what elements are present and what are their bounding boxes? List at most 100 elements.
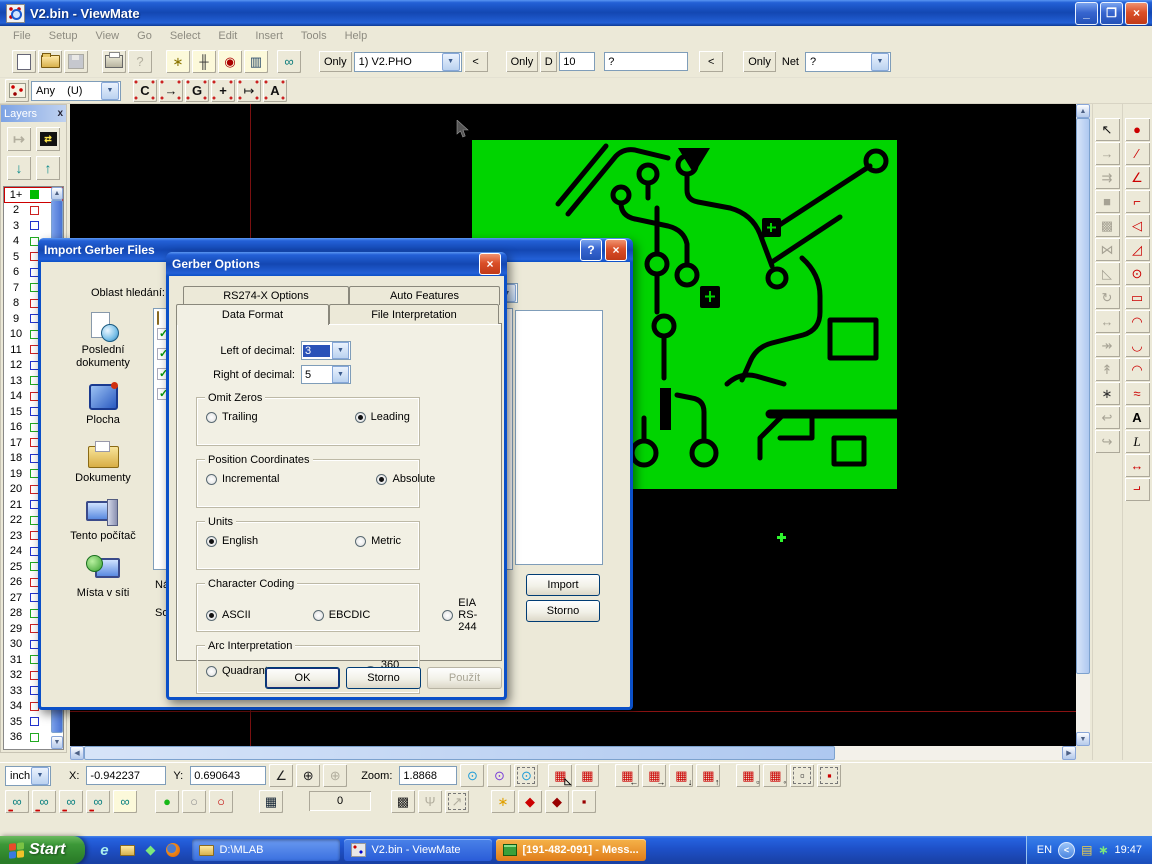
radio-incremental[interactable]: Incremental <box>206 473 279 485</box>
task--191-482-091-mess-[interactable]: [191-482-091] - Mess... <box>496 839 645 861</box>
radio-icon[interactable] <box>206 412 217 423</box>
gerber-dialog-titlebar[interactable]: Gerber Options × <box>166 252 507 276</box>
menu-file[interactable]: File <box>4 28 40 44</box>
radio-selected-icon[interactable] <box>206 610 217 621</box>
corner-tool-button[interactable]: ⌐ <box>1125 478 1150 501</box>
menu-view[interactable]: View <box>86 28 128 44</box>
menu-go[interactable]: Go <box>128 28 161 44</box>
label-tool-button[interactable]: L <box>1125 430 1150 453</box>
zoom-select-icon[interactable]: ⊙ <box>514 764 538 787</box>
pan-right-icon[interactable]: ▦→ <box>642 764 666 787</box>
radio-icon[interactable] <box>206 666 217 677</box>
view-outline-icon[interactable]: ∞••• <box>86 790 110 813</box>
layers-close-icon[interactable]: x <box>57 108 63 119</box>
text-tool-button[interactable]: A <box>1125 406 1150 429</box>
menu-setup[interactable]: Setup <box>40 28 87 44</box>
layer-swatch[interactable] <box>30 733 39 742</box>
dcode-g-tool-icon[interactable]: G <box>185 79 209 102</box>
grid-dots-icon[interactable]: ▩ <box>391 790 415 813</box>
aperture-icon[interactable] <box>5 79 29 102</box>
zoom-window-icon[interactable]: ⊙ <box>487 764 511 787</box>
flash-highlight-icon[interactable]: ∗ <box>166 50 190 73</box>
measure-icon[interactable]: ╫ <box>192 50 216 73</box>
dcode-text-tool-icon[interactable]: A <box>263 79 287 102</box>
circle-tool-button[interactable]: ⊙ <box>1125 262 1150 285</box>
view-all-icon[interactable]: ∞ <box>113 790 137 813</box>
pad-small-mode-icon[interactable]: ◆ <box>545 790 569 813</box>
tab-rs274-x-options[interactable]: RS274-X Options <box>183 286 349 305</box>
aperture-combo[interactable]: Any (U)▼ <box>31 81 121 101</box>
dot-area-icon[interactable]: ▪ <box>817 764 841 787</box>
status-light-icon[interactable]: ● <box>155 790 179 813</box>
maximize-button[interactable]: ❐ <box>1100 2 1123 25</box>
print-icon[interactable] <box>102 50 126 73</box>
pan-down-icon[interactable]: ▦↓ <box>669 764 693 787</box>
pad-mode-icon[interactable]: ◆ <box>518 790 542 813</box>
layer-down-button[interactable]: ↓ <box>7 156 31 180</box>
plot-grid-icon[interactable]: ▦◺ <box>548 764 572 787</box>
origin-icon[interactable]: ⊕ <box>296 764 320 787</box>
canvas-vscrollbar[interactable]: ▲ ▼ <box>1076 104 1090 746</box>
layer-swatch[interactable] <box>30 717 39 726</box>
unit-combo[interactable]: inch▼ <box>5 766 51 786</box>
import-cancel-button[interactable]: Storno <box>526 600 600 622</box>
menu-tools[interactable]: Tools <box>292 28 336 44</box>
radio-absolute[interactable]: Absolute <box>376 473 435 485</box>
place-posledn-dokumenty[interactable]: Poslední dokumenty <box>76 312 130 369</box>
gerber-dialog-close-button[interactable]: × <box>479 253 501 275</box>
place-m-sta-v-s-ti[interactable]: Místa v síti <box>77 555 130 600</box>
firefox-icon[interactable] <box>164 841 182 859</box>
arc-tool-button[interactable]: ◠ <box>1125 310 1150 333</box>
radio-quadrant[interactable]: Quadrant <box>206 665 268 677</box>
window-table-icon[interactable]: ▦ <box>259 790 283 813</box>
radio-icon[interactable] <box>442 610 453 621</box>
options-tool-button[interactable]: ∗ <box>1095 382 1120 405</box>
scroll-up-button[interactable]: ▲ <box>1076 104 1090 118</box>
tab-auto-features[interactable]: Auto Features <box>349 286 500 305</box>
view-pads-icon[interactable]: ∞••• <box>5 790 29 813</box>
import-button[interactable]: Import <box>526 574 600 596</box>
start-button[interactable]: Start <box>0 836 85 864</box>
minimize-button[interactable]: _ <box>1075 2 1098 25</box>
only-dcode-button[interactable]: Only <box>506 51 539 72</box>
pan-up-icon[interactable]: ▦↑ <box>696 764 720 787</box>
folder-item-icon[interactable] <box>157 311 159 325</box>
pad-select-icon[interactable]: ▪ <box>572 790 596 813</box>
dcode-query-input[interactable]: ? <box>604 52 688 71</box>
rect-path-tool-button[interactable]: ⌐ <box>1125 190 1150 213</box>
lamp-off-icon[interactable]: ○ <box>182 790 206 813</box>
scroll-left-button[interactable]: ◀ <box>70 746 84 760</box>
polyline-tool-button[interactable]: ∠ <box>1125 166 1150 189</box>
dcode-view-icon[interactable]: ◉ <box>218 50 242 73</box>
radio-leading[interactable]: Leading <box>355 411 410 423</box>
layer-swatch[interactable] <box>30 221 39 230</box>
right-of-decimal-combo[interactable]: 5 ▼ <box>301 365 351 384</box>
grid-icon[interactable]: ▦ <box>575 764 599 787</box>
radio-icon[interactable] <box>355 536 366 547</box>
place-plocha[interactable]: Plocha <box>86 382 120 427</box>
layers-scroll-up-icon[interactable]: ▲ <box>51 187 63 200</box>
zoom-input[interactable]: 1.8868 <box>399 766 457 785</box>
dropdown-arrow-icon[interactable]: ▼ <box>332 342 349 359</box>
pan-left-icon[interactable]: ▦← <box>615 764 639 787</box>
import-dialog-close-button[interactable]: × <box>605 239 627 261</box>
radio-icon[interactable] <box>206 474 217 485</box>
lamp-outline-icon[interactable]: ○ <box>209 790 233 813</box>
inspect-icon[interactable]: ∞ <box>277 50 301 73</box>
radio-selected-icon[interactable] <box>206 536 217 547</box>
dcode-prev-button[interactable]: < <box>699 51 723 72</box>
dropdown-arrow-icon[interactable]: ▼ <box>31 767 49 785</box>
dropdown-arrow-icon[interactable]: ▼ <box>101 82 119 100</box>
triangle-tool-button[interactable]: ◿ <box>1125 238 1150 261</box>
hide-icons-chevron-icon[interactable]: < <box>1058 842 1075 859</box>
x-coordinate-input[interactable]: -0.942237 <box>86 766 166 785</box>
dialog-help-button[interactable]: ? <box>580 239 602 261</box>
radio-trailing[interactable]: Trailing <box>206 411 258 423</box>
dcode-button[interactable]: D <box>540 51 557 72</box>
radio-ascii[interactable]: ASCII <box>206 609 251 621</box>
view-traces-icon[interactable]: ∞••• <box>32 790 56 813</box>
grid-square-icon[interactable]: ▦▫ <box>736 764 760 787</box>
radio-english[interactable]: English <box>206 535 258 547</box>
hscroll-thumb[interactable] <box>84 746 835 760</box>
layer-prev-button[interactable]: < <box>464 51 488 72</box>
